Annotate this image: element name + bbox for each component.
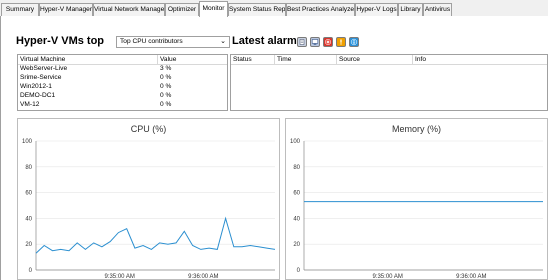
vm-metric-select[interactable]: Top CPU contributors ⌄: [116, 36, 230, 48]
column-header-status[interactable]: Status: [231, 55, 275, 64]
cpu-chart-panel: CPU (%) 0 20 40 60 80 100 9:35:00 AM 9:36:00 AM: [17, 118, 280, 280]
tab-hyper-v-logs[interactable]: Hyper-V Logs: [355, 3, 398, 16]
tab-monitor[interactable]: Monitor: [199, 1, 228, 17]
monitor-alarms-icon[interactable]: [310, 37, 320, 47]
vm-name: WebServer-Live: [20, 65, 68, 72]
list-alarms-icon[interactable]: [297, 37, 307, 47]
column-header-virtual-machine[interactable]: Virtual Machine: [18, 55, 158, 64]
memory-chart-y-tick-label: 100: [290, 139, 301, 145]
table-row[interactable]: VM-12 0 %: [18, 101, 227, 109]
latest-alarms-title: Latest alarms: [232, 35, 303, 47]
table-row[interactable]: DEMO-DC1 0 %: [18, 92, 227, 100]
chevron-down-icon[interactable]: ⌄: [220, 37, 226, 47]
table-row[interactable]: Srime-Service 0 %: [18, 74, 227, 82]
memory-chart-y-tick-label: 80: [293, 165, 300, 171]
cpu-chart: 0 20 40 60 80 100 9:35:00 AM 9:36:00 AM: [22, 139, 276, 279]
tab-bar: Summary Hyper-V Manager Virtual Network …: [0, 0, 548, 17]
tab-antivirus[interactable]: Antivirus: [423, 3, 452, 16]
column-header-value[interactable]: Value: [158, 55, 228, 64]
vm-name: Srime-Service: [20, 74, 62, 81]
vm-metric-select-value: Top CPU contributors: [120, 38, 183, 45]
vm-value: 3 %: [160, 65, 172, 72]
warning-alarms-icon[interactable]: [336, 37, 346, 47]
memory-chart-y-tick-label: 40: [293, 216, 300, 222]
column-header-source[interactable]: Source: [337, 55, 413, 64]
table-row[interactable]: Win2012-1 0 %: [18, 83, 227, 91]
tab-system-status-report[interactable]: System Status Report: [228, 3, 286, 16]
cpu-chart-y-tick-label: 100: [22, 139, 33, 145]
tab-summary[interactable]: Summary: [1, 3, 39, 16]
memory-chart-y-tick-label: 0: [297, 268, 301, 274]
table-row[interactable]: WebServer-Live 3 %: [18, 65, 227, 73]
vm-name: Win2012-1: [20, 83, 52, 90]
vm-value: 0 %: [160, 83, 172, 90]
cpu-chart-series-line: [35, 216, 276, 254]
cpu-chart-y-tick-label: 80: [25, 165, 32, 171]
memory-chart-panel: Memory (%) 0 20 40 60 80 100 9:35:00 AM 9:36:00…: [285, 118, 548, 280]
memory-chart-y-tick-label: 60: [293, 191, 300, 197]
column-header-time[interactable]: Time: [275, 55, 337, 64]
tab-best-practices-analyzer[interactable]: Best Practices Analyzer: [286, 3, 355, 16]
memory-chart-y-tick-label: 20: [293, 242, 300, 248]
column-header-info[interactable]: Info: [413, 55, 547, 64]
vm-name: VM-12: [20, 101, 40, 108]
memory-chart-x-tick-label: 9:36:00 AM: [456, 274, 486, 279]
info-alarms-icon[interactable]: [349, 37, 359, 47]
cpu-chart-x-tick-label: 9:35:00 AM: [104, 274, 134, 279]
vms-top-table-header: Virtual Machine Value: [18, 55, 227, 65]
memory-chart-x-tick-label: 9:35:00 AM: [372, 274, 402, 279]
cpu-chart-y-tick-label: 60: [25, 191, 32, 197]
vm-value: 0 %: [160, 92, 172, 99]
vms-top-title: Hyper-V VMs top: [16, 35, 105, 47]
vm-name: DEMO-DC1: [20, 92, 56, 99]
vms-top-table: Virtual Machine Value WebServer-Live 3 %…: [17, 54, 228, 111]
vm-value: 0 %: [160, 74, 172, 81]
alarms-table: Status Time Source Info: [230, 54, 548, 111]
error-alarms-icon[interactable]: [323, 37, 333, 47]
tab-library[interactable]: Library: [398, 3, 423, 16]
cpu-chart-y-tick-label: 40: [25, 216, 32, 222]
memory-chart: 0 20 40 60 80 100 9:35:00 AM 9:36:00 AM: [290, 139, 543, 279]
cpu-chart-y-tick-label: 0: [29, 268, 33, 274]
tab-virtual-network-manager[interactable]: Virtual Network Manager: [93, 3, 165, 16]
tab-optimizer[interactable]: Optimizer: [165, 3, 199, 16]
cpu-chart-y-tick-label: 20: [25, 242, 32, 248]
alarms-table-header: Status Time Source Info: [231, 55, 547, 65]
cpu-chart-x-tick-label: 9:36:00 AM: [188, 274, 218, 279]
vm-value: 0 %: [160, 101, 172, 108]
tab-hyper-v-manager[interactable]: Hyper-V Manager: [39, 3, 93, 16]
